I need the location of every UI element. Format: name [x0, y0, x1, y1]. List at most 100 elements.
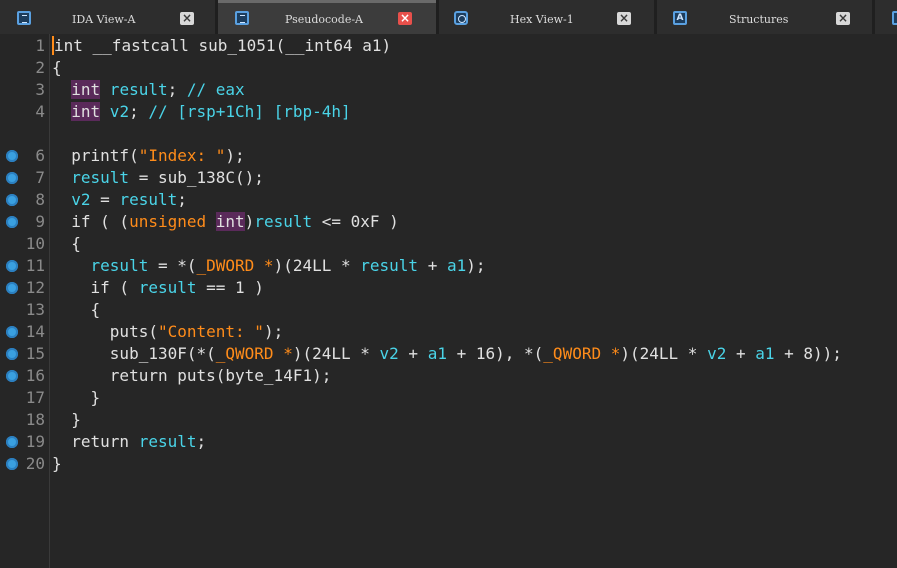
- close-icon[interactable]: ×: [180, 12, 194, 25]
- code-token: _QWORD *: [215, 344, 293, 363]
- code-token: return puts(byte_14F1);: [52, 366, 332, 385]
- line-number: 18: [25, 410, 45, 429]
- code-token: a1: [446, 256, 467, 275]
- breakpoint-icon[interactable]: [6, 260, 18, 272]
- code-token: +: [726, 344, 756, 363]
- code-text: result = sub_138C();: [52, 167, 264, 189]
- code-text: result = *(_DWORD *)(24LL * result + a1)…: [52, 255, 486, 277]
- breakpoint-icon[interactable]: [6, 282, 18, 294]
- code-line[interactable]: 8 v2 = result;: [0, 189, 897, 211]
- breakpoint-icon[interactable]: [6, 458, 18, 470]
- code-line[interactable]: 9 if ( (unsigned int)result <= 0xF ): [0, 211, 897, 233]
- breakpoint-icon[interactable]: [6, 194, 18, 206]
- tab-label: Pseudocode-A: [285, 13, 364, 26]
- code-token: {: [52, 300, 101, 319]
- code-text: int v2; // [rsp+1Ch] [rbp-4h]: [52, 101, 351, 123]
- code-token: == 1 ): [196, 278, 264, 297]
- code-line[interactable]: 7 result = sub_138C();: [0, 167, 897, 189]
- code-token: __fastcall sub_1051(__int64 a1): [82, 36, 392, 55]
- code-token: result: [138, 432, 197, 451]
- code-token: }: [52, 454, 62, 473]
- code-token: + 8));: [774, 344, 842, 363]
- doc-icon: [235, 11, 249, 25]
- code-token: );: [225, 146, 245, 165]
- code-token: +: [418, 256, 447, 275]
- code-line[interactable]: 16 return puts(byte_14F1);: [0, 365, 897, 387]
- close-icon[interactable]: ×: [836, 12, 850, 25]
- breakpoint-icon[interactable]: [6, 436, 18, 448]
- code-text: int result; // eax: [52, 79, 245, 101]
- tab-hex-view[interactable]: Hex View-1 ×: [439, 0, 654, 34]
- pseudocode-view[interactable]: 1 int __fastcall sub_1051(__int64 a1) 2{3 …: [0, 34, 897, 568]
- code-line[interactable]: 20}: [0, 453, 897, 475]
- code-token: )(24LL *: [620, 344, 708, 363]
- code-token: }: [52, 410, 81, 429]
- code-line[interactable]: 1 int __fastcall sub_1051(__int64 a1): [0, 35, 897, 57]
- code-token: if ( (: [52, 212, 130, 231]
- code-token: result: [119, 190, 178, 209]
- code-line[interactable]: 6 printf("Index: ");: [0, 145, 897, 167]
- code-line[interactable]: 19 return result;: [0, 431, 897, 453]
- breakpoint-icon[interactable]: [6, 150, 18, 162]
- code-text: }: [52, 453, 62, 475]
- close-icon[interactable]: ×: [617, 12, 631, 25]
- code-text: v2 = result;: [52, 189, 187, 211]
- code-line[interactable]: 18 }: [0, 409, 897, 431]
- line-number: 3: [35, 80, 45, 99]
- line-number: 9: [35, 212, 45, 231]
- breakpoint-icon[interactable]: [6, 326, 18, 338]
- code-line[interactable]: 11 result = *(_DWORD *)(24LL * result + …: [0, 255, 897, 277]
- code-token: "Index: ": [138, 146, 226, 165]
- close-icon[interactable]: ×: [398, 12, 412, 25]
- tab-label: Structures: [729, 13, 789, 26]
- code-token: )(24LL *: [273, 256, 361, 275]
- code-token: v2: [707, 344, 727, 363]
- code-token: )(24LL *: [292, 344, 380, 363]
- breakpoint-icon[interactable]: [6, 348, 18, 360]
- doc-icon: [17, 11, 31, 25]
- line-number: 11: [25, 256, 45, 275]
- tab-overflow[interactable]: [875, 0, 897, 34]
- code-text: if ( result == 1 ): [52, 277, 264, 299]
- code-token: result: [90, 256, 149, 275]
- code-token: printf(: [52, 146, 139, 165]
- code-line[interactable]: 15 sub_130F(*(_QWORD *)(24LL * v2 + a1 +…: [0, 343, 897, 365]
- line-number: 6: [35, 146, 45, 165]
- hex-icon: [454, 11, 468, 25]
- breakpoint-icon[interactable]: [6, 216, 18, 228]
- code-token: v2: [71, 190, 91, 209]
- code-line[interactable]: 10 {: [0, 233, 897, 255]
- code-line[interactable]: 4 int v2; // [rsp+1Ch] [rbp-4h]: [0, 101, 897, 123]
- code-line[interactable]: 13 {: [0, 299, 897, 321]
- line-number: 14: [25, 322, 45, 341]
- code-line[interactable]: 3 int result; // eax: [0, 79, 897, 101]
- breakpoint-icon[interactable]: [6, 172, 18, 184]
- code-line[interactable]: 2{: [0, 57, 897, 79]
- code-text: int __fastcall sub_1051(__int64 a1): [52, 35, 391, 57]
- code-line[interactable]: 17 }: [0, 387, 897, 409]
- code-line[interactable]: 12 if ( result == 1 ): [0, 277, 897, 299]
- code-line[interactable]: [0, 123, 897, 145]
- line-number: 7: [35, 168, 45, 187]
- code-token: ;: [129, 102, 149, 121]
- tab-pseudocode[interactable]: Pseudocode-A ×: [218, 0, 436, 34]
- tab-ida-view[interactable]: IDA View-A ×: [0, 0, 215, 34]
- code-token: // eax: [186, 80, 245, 99]
- code-text: if ( (unsigned int)result <= 0xF ): [52, 211, 399, 233]
- line-number: 4: [35, 102, 45, 121]
- code-line[interactable]: 14 puts("Content: ");: [0, 321, 897, 343]
- code-token: return: [52, 432, 139, 451]
- tab-bar: IDA View-A × Pseudocode-A × Hex View-1 ×…: [0, 0, 897, 34]
- line-number: 20: [25, 454, 45, 473]
- line-number: 15: [25, 344, 45, 363]
- breakpoint-icon[interactable]: [6, 370, 18, 382]
- code-token: sub_130F(*(: [52, 344, 216, 363]
- tab-structures[interactable]: A Structures ×: [657, 0, 872, 34]
- code-text: printf("Index: ");: [52, 145, 245, 167]
- code-token: if (: [52, 278, 139, 297]
- code-token: "Content: ": [157, 322, 264, 341]
- line-number: 16: [25, 366, 45, 385]
- tab-label: Hex View-1: [510, 13, 574, 26]
